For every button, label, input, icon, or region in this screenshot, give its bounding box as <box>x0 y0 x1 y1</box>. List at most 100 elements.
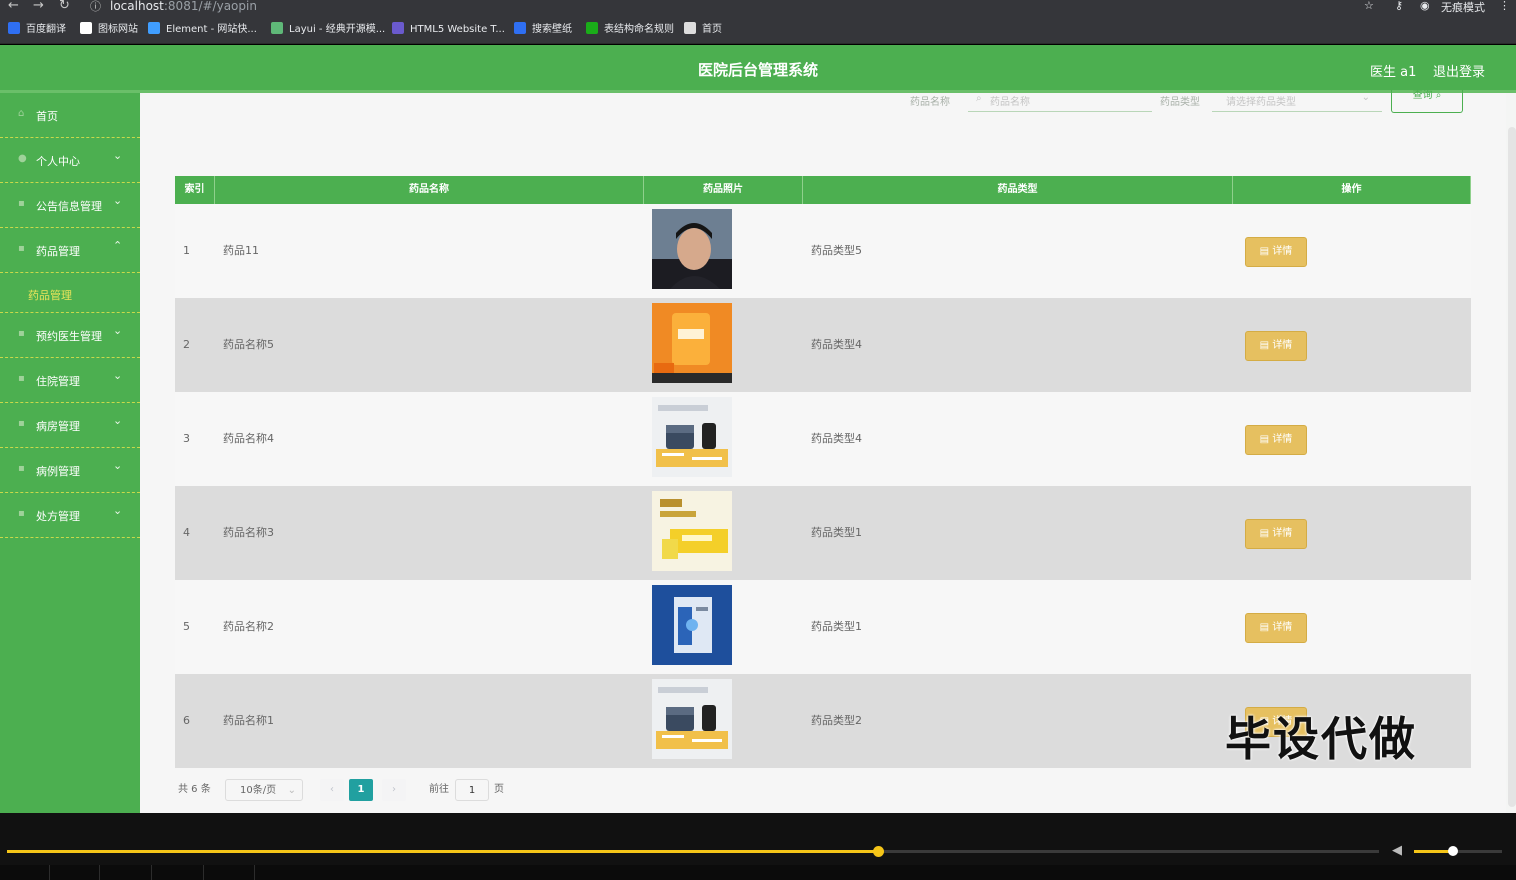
bookmark-item[interactable]: 百度翻译 <box>8 22 66 38</box>
sidebar-item[interactable]: ▪ 病例管理 ⌄ <box>0 448 140 493</box>
chevron-down-icon: ⌄ <box>113 504 123 517</box>
sidebar-item[interactable]: ▪ 病房管理 ⌄ <box>0 403 140 448</box>
row-index: 6 <box>183 714 190 727</box>
sidebar-item[interactable]: ● 个人中心 ⌄ <box>0 138 140 183</box>
bookmark-item[interactable]: 图标网站 <box>80 22 138 38</box>
sidebar-item-label: 药品管理 <box>36 245 80 258</box>
bookmark-favicon-icon <box>271 22 283 34</box>
detail-button[interactable]: ▤ 详情 <box>1245 425 1307 455</box>
url-path: :8081/#/yaopin <box>163 0 257 13</box>
back-icon[interactable]: ← <box>8 0 19 13</box>
sidebar-item[interactable]: ▪ 住院管理 ⌄ <box>0 358 140 403</box>
reload-icon[interactable]: ↻ <box>59 0 70 13</box>
document-icon: ▤ <box>1259 622 1273 633</box>
bookmarks-bar: 百度翻译 图标网站 Element - 网站快... Layui - 经典开源模...… <box>0 16 1516 44</box>
bookmark-label: 首页 <box>702 24 722 35</box>
drug-type: 药品类型1 <box>811 620 862 633</box>
detail-button[interactable]: ▤ 详情 <box>1245 613 1307 643</box>
url-text[interactable]: localhost:8081/#/yaopin <box>110 0 257 12</box>
bookmark-item[interactable]: HTML5 Website T... <box>392 22 505 38</box>
detail-button-label: 详情 <box>1272 528 1293 539</box>
bookmark-item[interactable]: 搜索壁纸 <box>514 22 572 38</box>
detail-button[interactable]: ▤ 详情 <box>1245 519 1307 549</box>
bookmark-item[interactable]: 表结构命名规则 <box>586 22 674 38</box>
row-index: 5 <box>183 620 190 633</box>
bookmark-item[interactable]: 首页 <box>684 22 722 38</box>
sidebar-item-label: 病例管理 <box>36 465 80 478</box>
query-button[interactable]: 查询 ⌕ <box>1391 89 1463 113</box>
table-row: 3 药品名称4 药品类型4 ▤ 详情 <box>175 392 1471 486</box>
drug-photo <box>652 679 732 759</box>
menu-icon: ▪ <box>18 463 25 474</box>
detail-button[interactable]: ▤ 详情 <box>1245 331 1307 361</box>
menu-icon: ▪ <box>18 418 25 429</box>
logout-link[interactable]: 退出登录 <box>1433 61 1485 80</box>
sidebar-subitem-drug-management[interactable]: 药品管理 <box>0 273 140 313</box>
bookmark-item[interactable]: Element - 网站快... <box>148 22 257 38</box>
sidebar-item[interactable]: ▪ 处方管理 ⌄ <box>0 493 140 538</box>
info-icon[interactable]: ⓘ <box>90 0 101 14</box>
browser-address-bar: ← → ↻ ⓘ localhost:8081/#/yaopin ☆ ⚷ ◉ 无痕… <box>0 0 1516 16</box>
bookmark-favicon-icon <box>8 22 20 34</box>
name-search-label: 药品名称 <box>910 97 950 108</box>
row-index: 3 <box>183 432 190 445</box>
column-header: 药品照片 <box>644 176 803 204</box>
detail-button-label: 详情 <box>1272 434 1293 445</box>
star-icon[interactable]: ☆ <box>1364 0 1374 12</box>
progress-track[interactable] <box>7 846 1379 857</box>
incognito-icon: ◉ <box>1420 0 1430 12</box>
page-size-select[interactable]: 10条/页 ⌄ <box>225 779 303 801</box>
app-title: 医院后台管理系统 <box>697 61 818 79</box>
document-icon: ▤ <box>1259 246 1273 257</box>
chevron-down-icon: ⌄ <box>287 785 296 796</box>
detail-button[interactable]: ▤ 详情 <box>1245 237 1307 267</box>
forward-icon[interactable]: → <box>33 0 44 13</box>
sidebar-item-label: 病房管理 <box>36 420 80 433</box>
name-search-input[interactable]: ⌕ 药品名称 <box>968 93 1152 112</box>
sidebar-item[interactable]: ▪ 公告信息管理 ⌄ <box>0 183 140 228</box>
vertical-scrollbar[interactable] <box>1508 127 1516 807</box>
bookmark-label: 百度翻译 <box>26 24 66 35</box>
bookmark-item[interactable]: Layui - 经典开源模... <box>271 22 385 38</box>
sidebar-item[interactable]: ▪ 预约医生管理 ⌄ <box>0 313 140 358</box>
bookmark-favicon-icon <box>684 22 696 34</box>
goto-prefix: 前往 <box>429 784 449 795</box>
document-icon: ▤ <box>1259 434 1273 445</box>
sidebar-item[interactable]: ⌂ 首页 <box>0 93 140 138</box>
volume-track[interactable] <box>1414 846 1502 856</box>
table-row: 2 药品名称5 药品类型4 ▤ 详情 <box>175 298 1471 392</box>
sidebar-item-label: 公告信息管理 <box>36 200 102 213</box>
user-icon: ● <box>18 153 27 164</box>
type-search-label: 药品类型 <box>1160 97 1200 108</box>
type-select[interactable]: 请选择药品类型 ⌄ <box>1212 92 1382 112</box>
bookmark-label: Layui - 经典开源模... <box>289 24 386 35</box>
column-header: 索引 <box>175 176 215 204</box>
volume-icon[interactable]: ◀ <box>1392 843 1402 858</box>
table-row: 1 药品11 药品类型5 ▤ 详情 <box>175 204 1471 298</box>
next-page-icon[interactable]: › <box>382 779 406 801</box>
sidebar-item-label: 个人中心 <box>36 155 80 168</box>
pagination-total: 共 6 条 <box>178 784 211 795</box>
column-header: 药品类型 <box>803 176 1233 204</box>
key-icon[interactable]: ⚷ <box>1395 0 1403 12</box>
prev-page-icon[interactable]: ‹ <box>320 779 344 801</box>
bookmark-favicon-icon <box>392 22 404 34</box>
row-index: 1 <box>183 244 190 257</box>
detail-button-label: 详情 <box>1272 622 1293 633</box>
sidebar-item-label: 住院管理 <box>36 375 80 388</box>
main-panel: 药品名称 ⌕ 药品名称 药品类型 请选择药品类型 ⌄ 查询 ⌕ 索引 药品名称 药品… <box>140 89 1506 813</box>
volume-knob[interactable] <box>1447 846 1458 856</box>
progress-knob[interactable] <box>873 846 885 857</box>
menu-dots-icon[interactable]: ⋮ <box>1499 0 1510 12</box>
page-number-current[interactable]: 1 <box>349 779 373 801</box>
sidebar-item[interactable]: ▪ 药品管理 ⌃ <box>0 228 140 273</box>
drug-photo <box>652 397 732 477</box>
bookmark-label: 表结构命名规则 <box>604 24 674 35</box>
goto-suffix: 页 <box>494 784 504 795</box>
bookmark-label: 图标网站 <box>98 24 138 35</box>
incognito-label: 无痕模式 <box>1441 1 1485 14</box>
goto-page-input[interactable]: 1 <box>455 779 489 801</box>
search-icon: ⌕ <box>976 93 982 104</box>
drug-name: 药品11 <box>223 244 259 257</box>
chevron-down-icon: ⌄ <box>113 324 123 337</box>
